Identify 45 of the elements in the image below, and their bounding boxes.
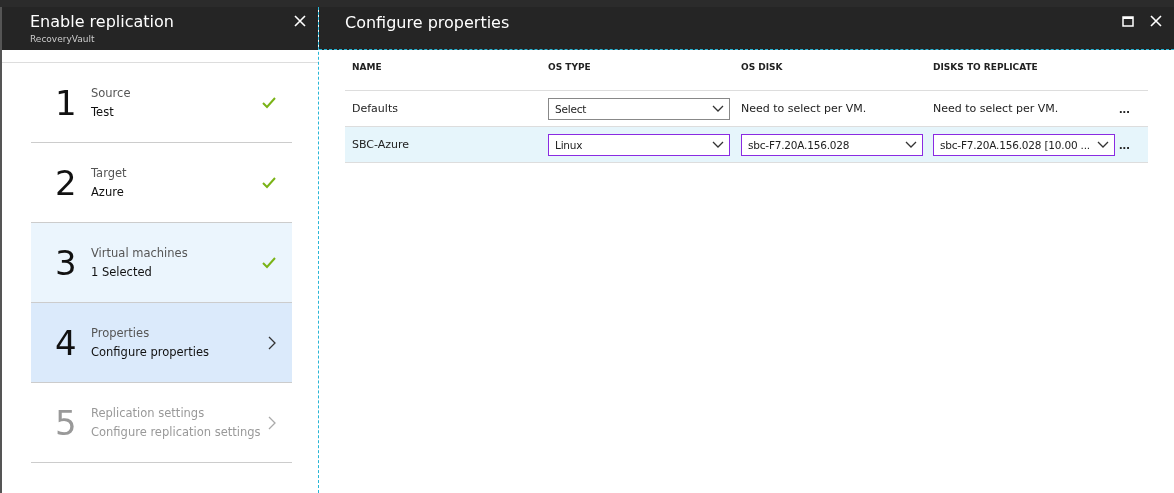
column-header: DISKS TO REPLICATE <box>933 62 1039 72</box>
column-header: NAME <box>352 62 383 72</box>
step-value: 1 Selected <box>91 265 153 279</box>
close-icon <box>1150 15 1162 27</box>
dropdown[interactable]: Linux <box>548 133 730 156</box>
close-icon <box>294 15 306 27</box>
step-title: Properties <box>91 326 151 340</box>
step-value: Configure replication settings <box>91 425 262 439</box>
step-title: Source <box>91 86 132 100</box>
blade-title: Configure properties <box>345 12 510 34</box>
step-number: 5 <box>55 402 78 443</box>
caret-icon <box>1097 141 1109 148</box>
maximize-button[interactable] <box>1120 13 1136 29</box>
step-title: Replication settings <box>91 406 206 420</box>
table-row[interactable]: SBC-Azure Linux sbc-F7.20A.156.028 sbc-F7.20A.156.028 [10.00 ... ... <box>345 127 1148 163</box>
column-header: OS TYPE <box>548 62 592 72</box>
more-button[interactable]: ... <box>1119 101 1139 116</box>
step-title: Virtual machines <box>91 246 189 260</box>
blade-subtitle: RecoveryVault <box>30 33 96 45</box>
step-value: Azure <box>91 185 125 199</box>
wizard-step[interactable]: 3 Virtual machines 1 Selected <box>31 223 292 303</box>
dropdown[interactable]: sbc-F7.20A.156.028 <box>741 133 923 156</box>
wizard-step[interactable]: 4 Properties Configure properties <box>31 303 292 383</box>
step-title: Target <box>91 166 128 180</box>
table-cell-text: Defaults <box>352 102 399 115</box>
dropdown[interactable]: sbc-F7.20A.156.028 [10.00 ... <box>933 133 1115 156</box>
step-number: 3 <box>55 242 78 283</box>
close-button[interactable] <box>292 13 308 29</box>
step-value: Configure properties <box>91 345 211 359</box>
caret-icon <box>712 105 724 112</box>
table-cell-text: Need to select per VM. <box>933 102 1060 115</box>
caret-icon <box>905 141 917 148</box>
blade-title: Enable replication <box>30 11 174 33</box>
step-number: 4 <box>55 322 78 363</box>
caret-icon <box>712 141 724 148</box>
more-button[interactable]: ... <box>1119 137 1139 152</box>
dropdown[interactable]: Select <box>548 97 730 120</box>
step-value: Test <box>91 105 115 119</box>
table-cell-text: SBC-Azure <box>352 138 411 151</box>
step-number: 2 <box>55 162 78 203</box>
table-cell-text: Need to select per VM. <box>741 102 868 115</box>
maximize-icon <box>1122 15 1134 27</box>
column-header: OS DISK <box>741 62 784 72</box>
step-number: 1 <box>55 82 78 123</box>
close-button[interactable] <box>1148 13 1164 29</box>
